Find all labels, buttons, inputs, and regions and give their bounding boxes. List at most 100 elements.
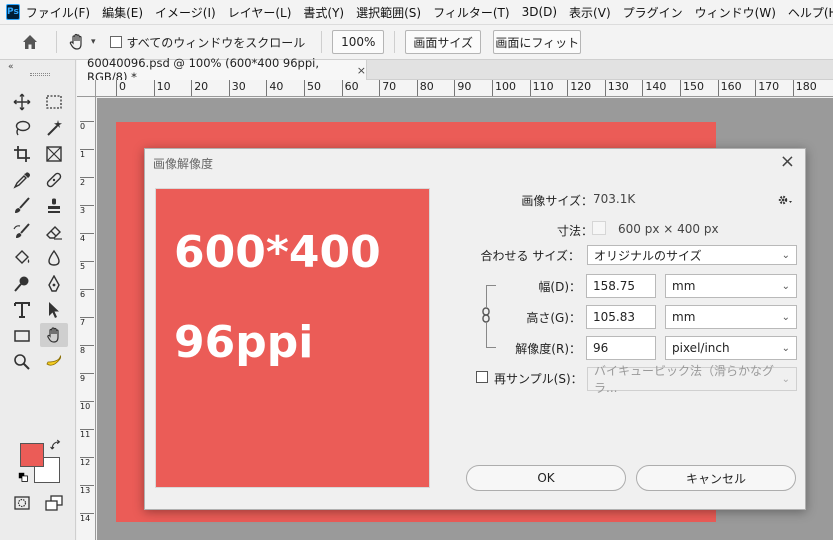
eyedropper-tool-icon[interactable] — [11, 169, 33, 191]
marquee-tool-icon[interactable] — [43, 91, 65, 113]
document-tab-bar: 60040096.psd @ 100% (600*400 96ppi, RGB/… — [77, 56, 833, 84]
menu-select[interactable]: 選択範囲(S) — [356, 4, 421, 21]
photoshop-logo: Ps — [6, 4, 20, 20]
banana-icon[interactable] — [43, 351, 65, 373]
lasso-tool-icon[interactable] — [11, 117, 33, 139]
menu-layer[interactable]: レイヤー(L) — [228, 4, 292, 21]
hand-tool-preset-icon[interactable] — [67, 32, 87, 52]
hand-tool-icon[interactable] — [40, 323, 68, 347]
zoom-level-field[interactable]: 100% — [332, 30, 385, 54]
gear-icon[interactable] — [777, 193, 793, 207]
ruler-tick-label: 70 — [379, 80, 396, 96]
menu-image[interactable]: イメージ(I) — [155, 4, 216, 21]
image-preview[interactable]: 600*400 96ppi — [155, 188, 430, 488]
resolution-input[interactable]: 96 — [586, 336, 656, 360]
quick-mask-mode-icon[interactable] — [11, 492, 33, 514]
frame-tool-icon[interactable] — [43, 143, 65, 165]
path-selection-tool-icon[interactable] — [43, 299, 65, 321]
paint-bucket-tool-icon[interactable] — [11, 247, 33, 269]
collapse-panel-icon[interactable]: « — [8, 62, 14, 72]
blur-tool-icon[interactable] — [43, 247, 65, 269]
healing-brush-tool-icon[interactable] — [43, 169, 65, 191]
menu-help[interactable]: ヘルプ(H) — [788, 4, 833, 21]
ruler-tick-label: 9 — [80, 373, 94, 383]
width-unit-value: mm — [672, 279, 696, 293]
home-icon[interactable] — [20, 32, 40, 52]
height-label: 高さ(G)： — [526, 311, 581, 325]
panel-grip[interactable] — [30, 73, 50, 76]
close-icon[interactable]: × — [780, 151, 795, 172]
width-input[interactable]: 158.75 — [586, 274, 656, 298]
preview-text-resolution: 96ppi — [174, 317, 314, 368]
resolution-unit-select[interactable]: pixel/inch ⌄ — [665, 336, 797, 360]
menu-file[interactable]: ファイル(F) — [26, 4, 90, 21]
fit-to-value: オリジナルのサイズ — [594, 248, 702, 263]
crop-tool-icon[interactable] — [11, 143, 33, 165]
image-size-label: 画像サイズ： — [521, 194, 593, 208]
chevron-down-icon: ⌄ — [781, 311, 790, 323]
ruler-tick-label: 120 — [567, 80, 591, 96]
history-brush-tool-icon[interactable] — [11, 221, 33, 243]
move-tool-icon[interactable] — [11, 91, 33, 113]
resample-checkbox[interactable] — [476, 371, 488, 383]
height-unit-value: mm — [672, 310, 696, 324]
options-divider — [56, 31, 57, 53]
chevron-down-icon: ⌄ — [781, 342, 790, 354]
fit-screen-button[interactable]: 画面サイズ — [405, 30, 482, 54]
constrain-bracket-top — [486, 285, 496, 286]
ruler-tick-label: 60 — [341, 80, 359, 96]
resample-method-select[interactable]: バイキュービック法（滑らかなグラ... ⌄ — [587, 364, 797, 395]
foreground-color-swatch[interactable] — [20, 443, 44, 467]
screen-mode-icon[interactable] — [43, 492, 65, 514]
ruler-origin[interactable] — [77, 80, 96, 97]
dimensions-dropdown[interactable] — [592, 221, 606, 235]
eraser-tool-icon[interactable] — [43, 221, 65, 243]
menu-window[interactable]: ウィンドウ(W) — [695, 4, 776, 21]
width-label: 幅(D)： — [538, 280, 581, 294]
resample-method-value: バイキュービック法（滑らかなグラ... — [594, 364, 775, 395]
zoom-tool-icon[interactable] — [11, 351, 33, 373]
ruler-tick-label: 160 — [717, 80, 742, 96]
menu-3d[interactable]: 3D(D) — [522, 5, 557, 19]
ruler-tick-label: 12 — [80, 457, 94, 467]
width-unit-select[interactable]: mm ⌄ — [665, 274, 797, 298]
ruler-tick-label: 5 — [80, 261, 94, 271]
cancel-button[interactable]: キャンセル — [636, 465, 796, 491]
image-size-value: 703.1K — [593, 192, 636, 206]
pen-tool-icon[interactable] — [43, 273, 65, 295]
vertical-ruler[interactable]: 0 1 2 3 4 5 6 7 8 9 10 11 12 13 14 — [77, 97, 96, 540]
height-unit-select[interactable]: mm ⌄ — [665, 305, 797, 329]
fit-to-select[interactable]: オリジナルのサイズ ⌄ — [587, 245, 797, 265]
rectangle-tool-icon[interactable] — [11, 325, 33, 347]
magic-wand-tool-icon[interactable] — [43, 117, 65, 139]
scroll-all-windows-checkbox[interactable] — [109, 36, 122, 48]
swap-colors-icon[interactable] — [48, 437, 64, 453]
menu-edit[interactable]: 編集(E) — [102, 4, 143, 21]
document-tab[interactable]: 60040096.psd @ 100% (600*400 96ppi, RGB/… — [77, 56, 367, 84]
ruler-tick-label: 2 — [80, 177, 94, 187]
height-input[interactable]: 105.83 — [586, 305, 656, 329]
ok-button[interactable]: OK — [466, 465, 626, 491]
menu-view[interactable]: 表示(V) — [569, 4, 611, 21]
dodge-tool-icon[interactable] — [11, 273, 33, 295]
menu-filter[interactable]: フィルター(T) — [433, 4, 509, 21]
close-tab-icon[interactable]: × — [357, 64, 366, 77]
chevron-down-icon: ⌄ — [781, 280, 790, 292]
clone-stamp-tool-icon[interactable] — [43, 195, 65, 217]
dimensions-label: 寸法： — [556, 224, 593, 238]
options-bar: ▾ すべてのウィンドウをスクロール 100% 画面サイズ 画面にフィット — [0, 24, 833, 60]
ruler-tick-label: 80 — [416, 80, 434, 96]
default-colors-icon[interactable] — [16, 470, 30, 484]
brush-tool-icon[interactable] — [11, 195, 33, 217]
link-icon[interactable] — [480, 307, 492, 323]
fill-screen-button[interactable]: 画面にフィット — [493, 30, 582, 54]
scroll-all-windows-label: すべてのウィンドウをスクロール — [126, 35, 306, 50]
ruler-tick-label: 100 — [492, 80, 516, 96]
horizontal-ruler[interactable]: 0 10 20 30 40 50 60 70 80 90 100 110 120 130 140 150 160… — [96, 80, 833, 97]
ruler-tick-label: 180 — [792, 80, 817, 96]
ruler-tick-label: 30 — [228, 80, 246, 96]
type-tool-icon[interactable] — [11, 299, 33, 321]
menu-plugins[interactable]: プラグイン — [623, 4, 683, 21]
menu-type[interactable]: 書式(Y) — [303, 4, 344, 21]
chevron-down-icon[interactable]: ▾ — [91, 37, 96, 47]
